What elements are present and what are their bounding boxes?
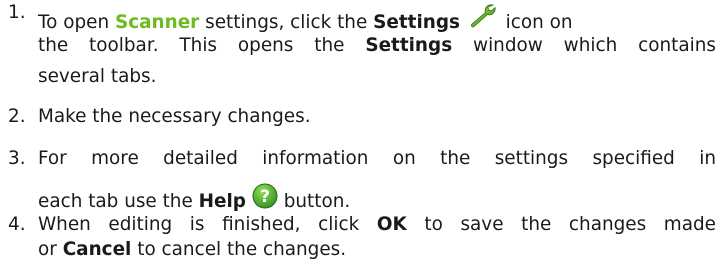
step-number: 4. — [8, 214, 26, 235]
help-icon: ? — [252, 183, 278, 209]
step-4-line-2: or Cancel to cancel the changes. — [38, 239, 346, 260]
step-1-line-1: To open Scanner settings, click the Sett… — [38, 2, 573, 33]
step-text: or — [38, 239, 57, 260]
cancel-term: Cancel — [62, 239, 132, 260]
step-text: each tab use the — [38, 191, 193, 212]
step-text: To open — [38, 12, 110, 33]
step-text: When editing is finished, click — [38, 214, 360, 235]
step-text: the toolbar. This opens the — [38, 35, 345, 56]
step-text: settings, click the — [205, 12, 368, 33]
step-text: window which contains — [473, 35, 716, 56]
ok-term: OK — [376, 214, 407, 235]
step-text: Make the necessary changes. — [38, 106, 311, 127]
step-text: several tabs. — [38, 66, 157, 87]
settings-term: Settings — [365, 35, 453, 56]
step-text: to save the changes made — [424, 214, 716, 235]
step-text: For more detailed information on the set… — [38, 148, 716, 169]
help-term: Help — [198, 191, 246, 212]
wrench-icon — [465, 2, 500, 30]
step-text: icon on — [505, 12, 573, 33]
step-3-line-1: For more detailed information on the set… — [38, 148, 716, 169]
settings-term: Settings — [373, 12, 460, 33]
step-number: 3. — [8, 148, 26, 169]
step-3-line-2: each tab use the Help ? button. — [38, 183, 350, 212]
scanner-app-name: Scanner — [114, 12, 200, 33]
step-text: to cancel the changes. — [137, 239, 347, 260]
step-1-line-3: several tabs. — [38, 66, 156, 87]
svg-text:?: ? — [260, 187, 270, 207]
step-number: 2. — [8, 106, 26, 127]
step-number: 1. — [8, 2, 26, 23]
step-2-line-1: Make the necessary changes. — [38, 106, 311, 127]
step-text: button. — [283, 191, 351, 212]
step-4-line-1: When editing is finished, click OK to sa… — [38, 214, 716, 235]
step-1-line-2: the toolbar. This opens the Settings win… — [38, 35, 716, 56]
